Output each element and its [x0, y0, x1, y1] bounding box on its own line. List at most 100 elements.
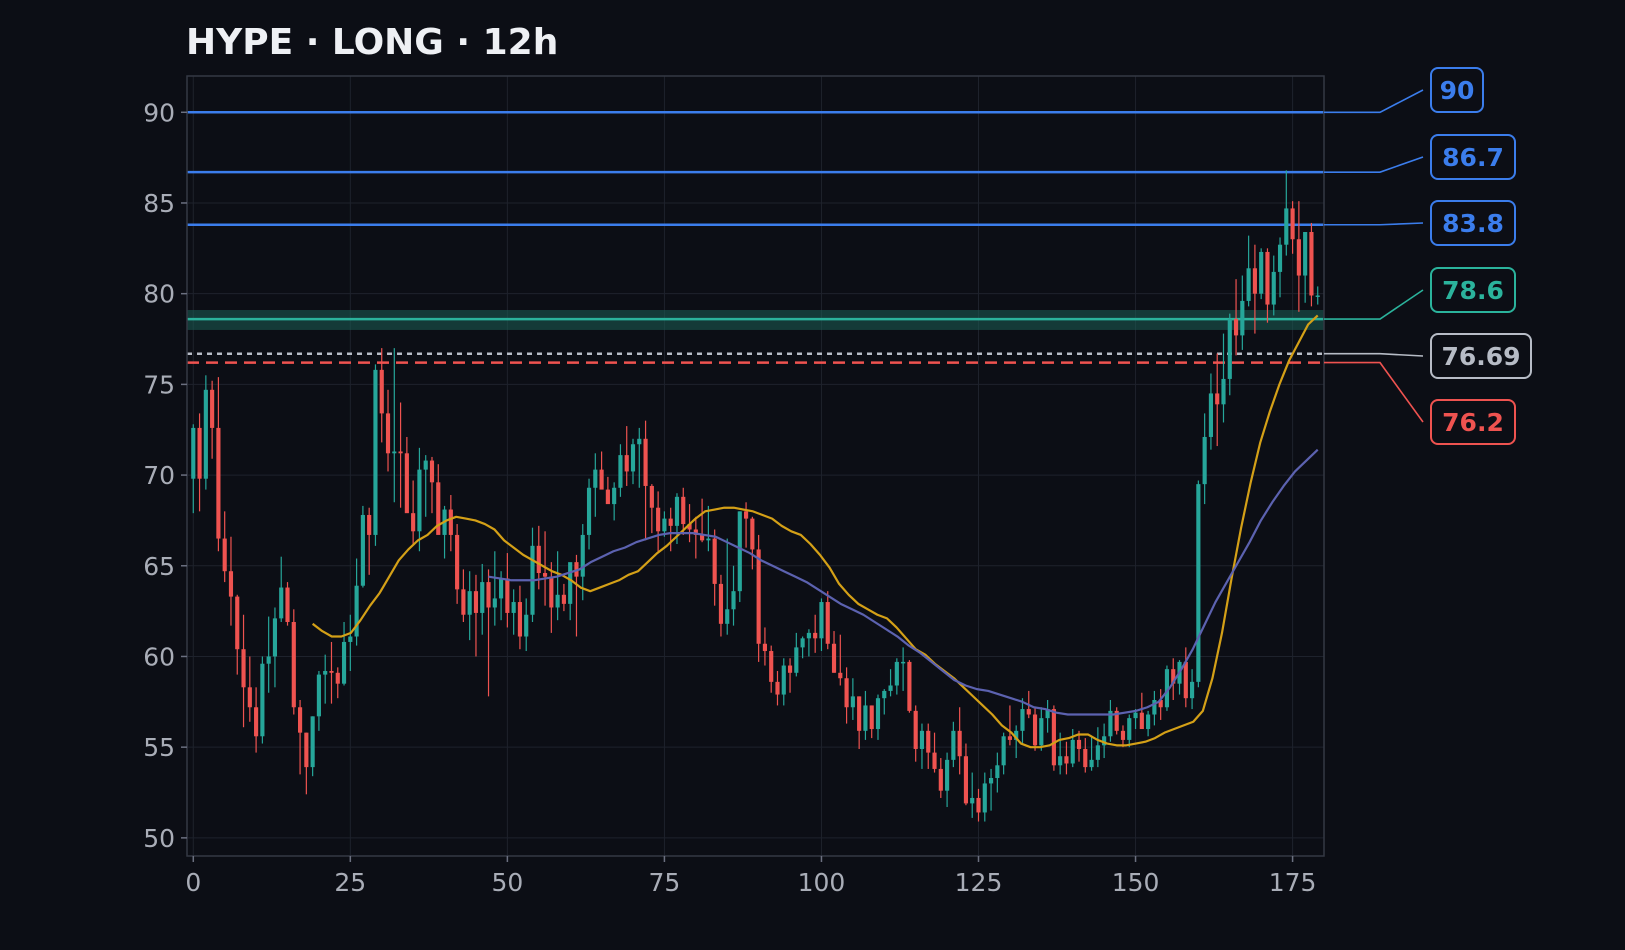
candle-body-down: [473, 591, 479, 613]
candle-body-down: [1252, 268, 1257, 294]
candle-body-down: [536, 545, 541, 574]
candle-body-up: [272, 618, 278, 657]
candlestick-chart: HYPE · LONG · 12h 0 25 50 75 100 125 150 175 50…: [143, 22, 1532, 897]
candle-body-up: [1208, 393, 1214, 437]
y-tick-label: 55: [143, 733, 175, 762]
candle-body-down: [1007, 736, 1012, 740]
y-axis: 50 55 60 65 70 75 80 85 90: [143, 98, 187, 853]
candle-body-up: [612, 487, 617, 505]
candle-body-up: [1127, 718, 1132, 740]
candle-body-down: [385, 413, 391, 454]
candle-body-down: [605, 489, 610, 505]
candle-body-down: [404, 453, 409, 514]
candle-body-down: [297, 707, 303, 733]
candle-body-up: [731, 591, 736, 610]
candle-body-down: [907, 661, 912, 711]
candle-body-up: [1315, 295, 1320, 297]
candle-body-up: [341, 641, 347, 684]
candle-body-down: [1139, 712, 1144, 730]
candle-body-down: [505, 578, 510, 613]
x-tick-label: 100: [798, 868, 846, 897]
candle-body-down: [254, 707, 259, 737]
candle-body-down: [1120, 730, 1126, 740]
candle-body-up: [266, 656, 271, 664]
candle-body-up: [1146, 714, 1151, 730]
level-label: 86.7: [1442, 143, 1504, 172]
level-leader-line: [1324, 222, 1424, 226]
candle-body-down: [926, 730, 931, 753]
candle-body-up: [1202, 436, 1207, 485]
x-tick-label: 50: [491, 868, 523, 897]
candle-body-up: [888, 685, 893, 691]
candle-body-down: [517, 602, 523, 637]
candle-body-up: [863, 705, 868, 731]
candle-body-up: [882, 690, 887, 699]
x-tick-label: 150: [1112, 868, 1160, 897]
candle-body-up: [1303, 232, 1308, 276]
candle-body-up: [586, 487, 592, 535]
candle-body-up: [1039, 718, 1044, 746]
candle-body-down: [656, 507, 661, 532]
candle-body-down: [1064, 756, 1069, 764]
candle-body-up: [1089, 759, 1094, 768]
candle-body-up: [310, 716, 315, 768]
level-leader-line: [1324, 89, 1424, 114]
candle-body-up: [203, 389, 208, 479]
candle-body-down: [429, 460, 435, 483]
candle-body-up: [901, 661, 906, 664]
candle-body-down: [411, 513, 416, 532]
candle-body-down: [222, 538, 227, 572]
x-tick-label: 0: [185, 868, 201, 897]
candle-body-down: [938, 768, 943, 791]
candle-body-down: [455, 534, 460, 590]
candle-body-up: [806, 632, 811, 639]
level-labels: 90 86.7 83.8 78.6 76.69 76.2: [1324, 67, 1532, 445]
candle-body-up: [1058, 756, 1063, 766]
level-leader-line: [1324, 156, 1424, 173]
candle-body-up: [919, 730, 925, 749]
level-leader-line: [1324, 289, 1424, 320]
candle-body-up: [480, 582, 485, 613]
candle-body-up: [1020, 709, 1025, 731]
candle-body-down: [963, 756, 969, 804]
candle-body-down: [1233, 319, 1239, 336]
level-label: 76.2: [1442, 408, 1504, 437]
y-tick-label: 75: [143, 370, 175, 399]
candle-body-down: [825, 602, 830, 644]
candle-body-down: [813, 632, 818, 639]
level-label: 83.8: [1442, 209, 1504, 238]
candle-body-up: [819, 602, 824, 639]
candle-body-down: [398, 451, 403, 454]
candle-body-down: [769, 651, 774, 682]
candle-body-down: [599, 469, 604, 490]
candle-body-up: [951, 730, 956, 760]
candle-body-down: [787, 665, 793, 673]
x-tick-label: 175: [1269, 868, 1317, 897]
candle-body-down: [649, 485, 654, 508]
candle-body-up: [279, 587, 284, 619]
candle-body-down: [329, 670, 334, 673]
candle-body-down: [957, 730, 962, 757]
candle-body-down: [210, 389, 215, 428]
candle-body-down: [913, 710, 918, 749]
candle-body-down: [486, 582, 491, 608]
candle-body-down: [216, 427, 221, 539]
candle-body-up: [593, 469, 598, 488]
level-leader-line: [1324, 352, 1424, 357]
candle-body-up: [1277, 244, 1283, 272]
candle-body-up: [995, 765, 1000, 778]
candle-body-up: [373, 369, 378, 535]
candle-body-up: [348, 636, 353, 642]
candle-body-down: [448, 509, 453, 535]
y-tick-label: 90: [143, 98, 175, 127]
candle-body-up: [1001, 736, 1006, 766]
candle-body-up: [467, 591, 472, 615]
candle-body-down: [624, 455, 629, 472]
candle-body-up: [982, 783, 987, 813]
candle-body-up: [875, 698, 881, 730]
y-tick-label: 65: [143, 552, 175, 581]
candle-body-up: [674, 496, 680, 526]
candle-body-down: [932, 752, 937, 769]
y-tick-label: 85: [143, 189, 175, 218]
candle-body-down: [750, 518, 755, 550]
